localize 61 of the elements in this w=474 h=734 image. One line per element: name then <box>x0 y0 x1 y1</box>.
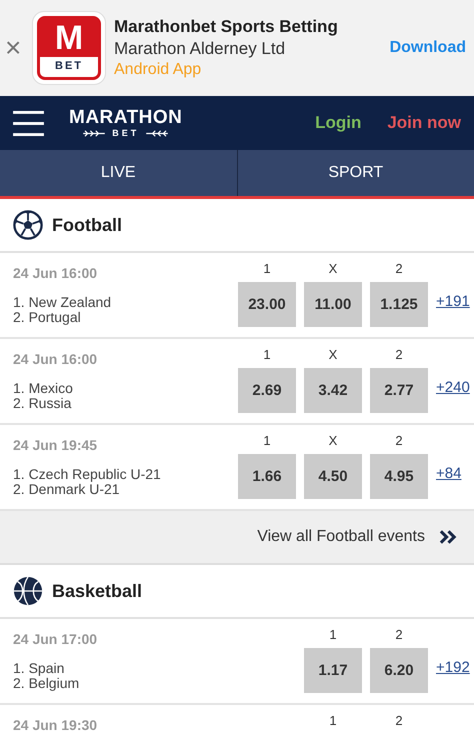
outcome-label: 1 <box>329 626 337 644</box>
more-markets-link[interactable]: +192 <box>436 659 470 676</box>
brand-subtitle: BET <box>112 128 140 138</box>
odds-button[interactable]: 1.17 <box>304 648 362 693</box>
event-time: 24 Jun 16:00 <box>13 265 98 281</box>
odds-button[interactable]: 3.42 <box>304 368 362 413</box>
odds-button[interactable]: 23.00 <box>238 282 296 327</box>
team-name: 2. Russia <box>13 396 72 411</box>
app-title: Marathonbet Sports Betting <box>114 17 338 37</box>
sport-title: Football <box>52 214 122 236</box>
team-name: 1. Czech Republic U-21 <box>13 467 162 482</box>
outcome-label: 2 <box>395 626 403 644</box>
team-name: 1. Spain <box>13 661 66 676</box>
brand-name: MARATHON <box>69 108 182 128</box>
app-platform: Android App <box>114 61 202 79</box>
event-time: 24 Jun 17:00 <box>13 631 98 647</box>
team-name: 2. Portugal <box>13 310 82 325</box>
odds-button[interactable]: 4.95 <box>370 454 428 499</box>
view-all-label: View all Football events <box>257 528 425 546</box>
more-markets-link[interactable]: +191 <box>436 293 470 310</box>
login-link[interactable]: Login <box>315 113 362 133</box>
odds-button[interactable]: 1.125 <box>370 282 428 327</box>
view-all-bar[interactable]: View all Football events <box>0 511 474 565</box>
outcome-label: 2 <box>395 712 403 730</box>
odds-button[interactable]: 4.50 <box>304 454 362 499</box>
logo-letter: M <box>40 19 98 57</box>
football-icon <box>13 210 43 240</box>
sport-title: Basketball <box>52 580 142 602</box>
more-markets-link[interactable]: +84 <box>436 465 462 482</box>
outcome-label: 1 <box>263 346 271 364</box>
outcome-label: X <box>328 346 338 364</box>
team-name: 2. Belgium <box>13 676 80 691</box>
double-chevron-icon <box>439 529 458 545</box>
laurel-icon <box>145 128 170 138</box>
app-publisher: Marathon Alderney Ltd <box>114 39 286 59</box>
odds-button[interactable]: 11.00 <box>304 282 362 327</box>
outcome-label: 2 <box>395 346 403 364</box>
team-name: 2. Denmark U-21 <box>13 482 120 497</box>
event-time: 24 Jun 16:00 <box>13 351 98 367</box>
outcome-label: 2 <box>395 432 403 450</box>
close-button[interactable]: × <box>5 34 27 62</box>
laurel-icon <box>82 128 106 138</box>
menu-icon[interactable] <box>13 110 44 136</box>
outcome-label: 1 <box>263 432 271 450</box>
more-markets-link[interactable]: +240 <box>436 379 470 396</box>
odds-button[interactable]: 2.69 <box>238 368 296 413</box>
logo-word: BET <box>55 60 83 72</box>
join-link[interactable]: Join now <box>387 113 461 133</box>
outcome-label: 1 <box>329 712 337 730</box>
team-name: 1. New Zealand <box>13 295 112 310</box>
odds-button[interactable]: 2.77 <box>370 368 428 413</box>
outcome-label: X <box>328 260 338 278</box>
event-time: 24 Jun 19:30 <box>13 717 98 733</box>
basketball-icon <box>13 576 43 606</box>
event-time: 24 Jun 19:45 <box>13 437 98 453</box>
team-name: 1. Mexico <box>13 381 74 396</box>
outcome-label: 1 <box>263 260 271 278</box>
outcome-label: 2 <box>395 260 403 278</box>
outcome-label: X <box>328 432 338 450</box>
odds-button[interactable]: 6.20 <box>370 648 428 693</box>
odds-button[interactable]: 1.66 <box>238 454 296 499</box>
